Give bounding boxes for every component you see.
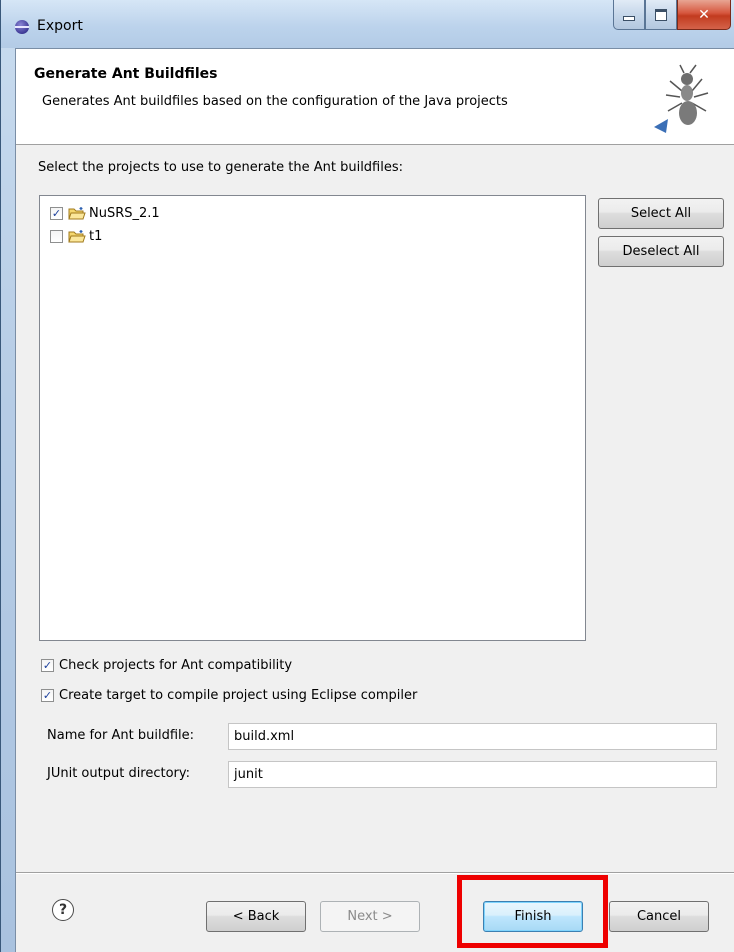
eclipse-icon [15,20,29,34]
dialog-client-area: Generate Ant Buildfiles Generates Ant bu… [15,48,734,952]
finish-highlight-box [457,875,608,948]
wizard-header: Generate Ant Buildfiles Generates Ant bu… [16,49,734,145]
deselect-all-button[interactable]: Deselect All [598,236,724,267]
junit-output-input[interactable]: junit [228,761,717,788]
page-title: Generate Ant Buildfiles [34,66,218,82]
back-button[interactable]: < Back [206,901,306,932]
footer-separator [16,872,734,874]
maximize-icon [655,8,667,21]
close-button[interactable]: ✕ [677,0,731,30]
list-item[interactable]: t1 [50,226,102,246]
projects-section-label: Select the projects to use to generate t… [38,160,404,175]
projects-list[interactable]: ✓ NuSRS_2.1 t1 [39,195,586,641]
project-name: t1 [89,228,103,244]
minimize-icon [623,16,635,21]
list-item[interactable]: ✓ NuSRS_2.1 [50,203,160,223]
help-icon[interactable]: ? [52,899,74,921]
check-compat-label: Check projects for Ant compatibility [59,658,293,673]
caption-buttons: ✕ [613,0,731,34]
page-description: Generates Ant buildfiles based on the co… [42,94,508,109]
minimize-button[interactable] [613,0,645,30]
check-compat-checkbox[interactable]: ✓ [41,659,54,672]
junit-label: JUnit output directory: [47,766,191,781]
window-title: Export [37,18,83,34]
buildfile-label: Name for Ant buildfile: [47,728,194,743]
project-folder-icon [68,229,86,242]
maximize-button[interactable] [645,0,677,30]
project-name: NuSRS_2.1 [89,205,160,221]
eclipse-compiler-option[interactable]: ✓ Create target to compile project using… [41,688,417,703]
select-all-button[interactable]: Select All [598,198,724,229]
export-dialog-window: Export ✕ Generate Ant Buildfiles Generat… [0,0,734,952]
next-button[interactable]: Next > [320,901,420,932]
check-compat-option[interactable]: ✓ Check projects for Ant compatibility [41,658,292,673]
title-bar: Export ✕ [1,0,734,48]
ant-icon [654,64,709,133]
project-checkbox[interactable]: ✓ [50,206,63,220]
project-checkbox[interactable] [50,229,63,243]
project-folder-icon [68,206,86,219]
cancel-button[interactable]: Cancel [609,901,709,932]
eclipse-compiler-checkbox[interactable]: ✓ [41,689,54,702]
close-icon: ✕ [698,6,710,23]
eclipse-compiler-label: Create target to compile project using E… [59,688,418,703]
buildfile-name-input[interactable]: build.xml [228,723,717,750]
